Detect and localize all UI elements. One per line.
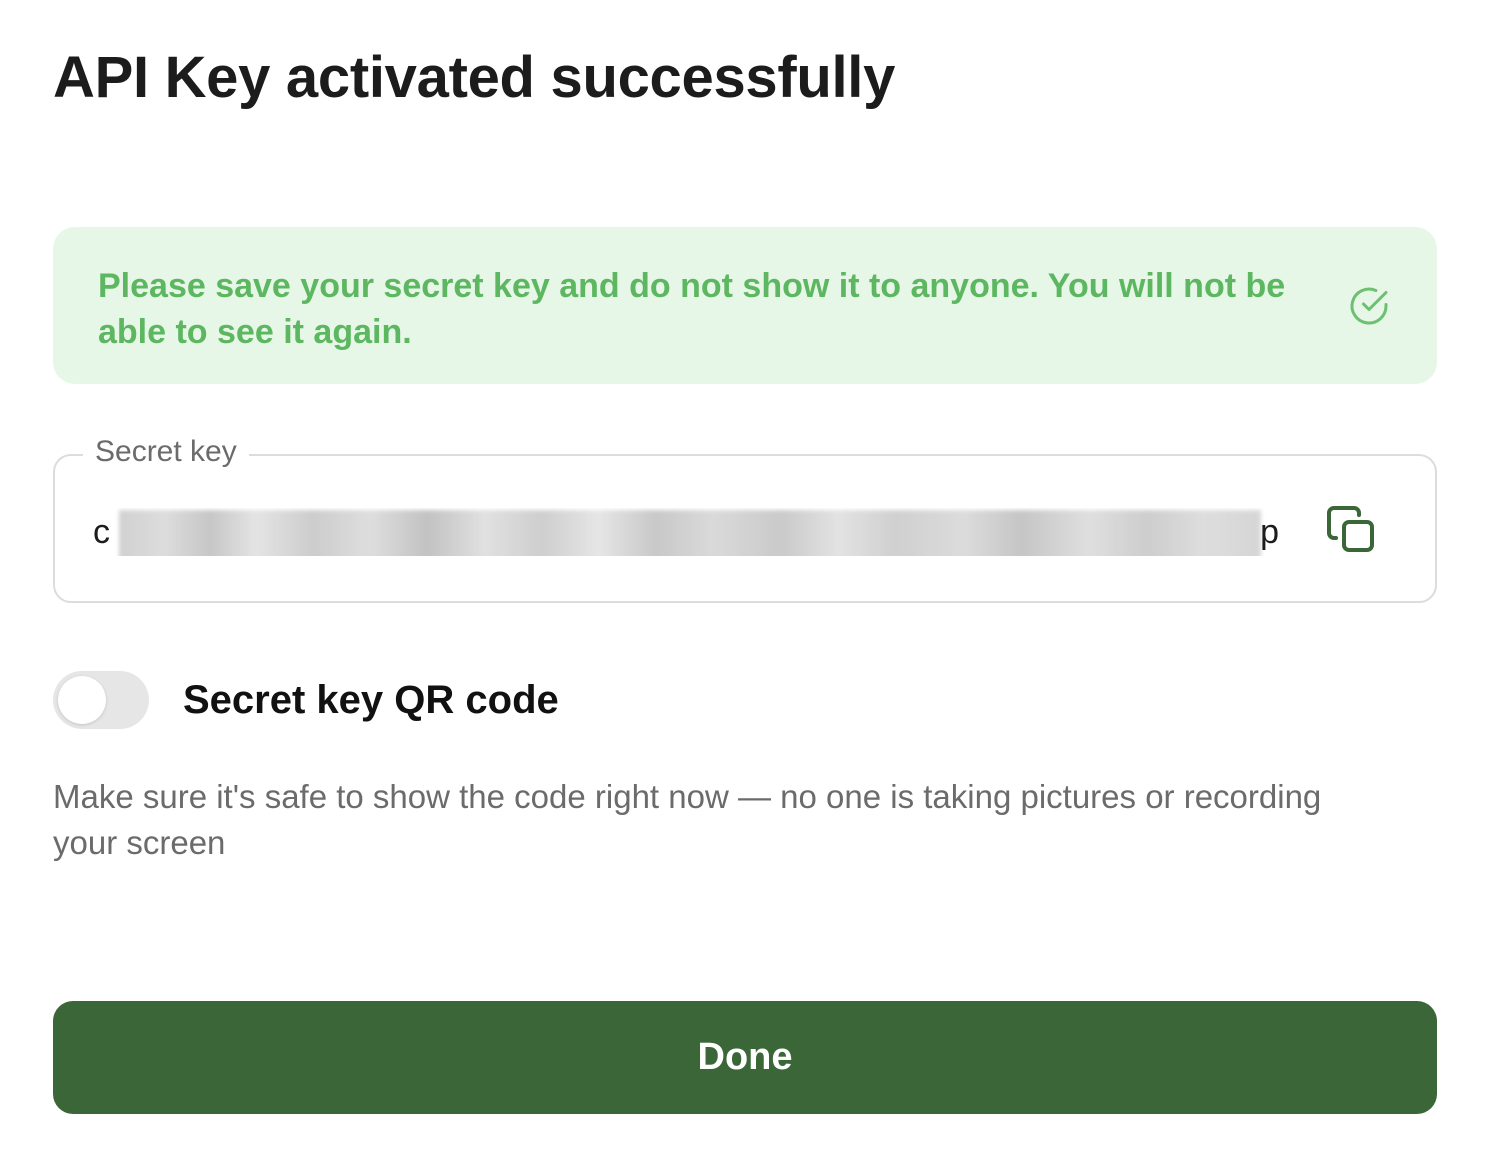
secret-key-value[interactable]: c p [93,508,1283,556]
secret-key-redacted [119,510,1261,556]
secret-key-last-char: p [1260,513,1279,551]
qr-code-toggle[interactable] [53,671,149,729]
done-button[interactable]: Done [53,1001,1437,1114]
dialog-title: API Key activated successfully [53,45,896,110]
copy-icon[interactable] [1320,500,1380,560]
secret-key-first-char: c [93,513,110,551]
check-circle-icon [1350,287,1388,325]
qr-code-hint: Make sure it's safe to show the code rig… [53,778,1322,861]
warning-notice: Please save your secret key and do not s… [53,227,1437,384]
api-key-dialog: API Key activated successfully Please sa… [0,0,1488,1172]
notice-text: Please save your secret key and do not s… [98,267,1286,351]
secret-key-field[interactable]: Secret key c p [53,432,1437,603]
toggle-knob [58,676,106,724]
secret-key-label: Secret key [83,432,249,472]
qr-code-toggle-label: Secret key QR code [183,678,559,722]
